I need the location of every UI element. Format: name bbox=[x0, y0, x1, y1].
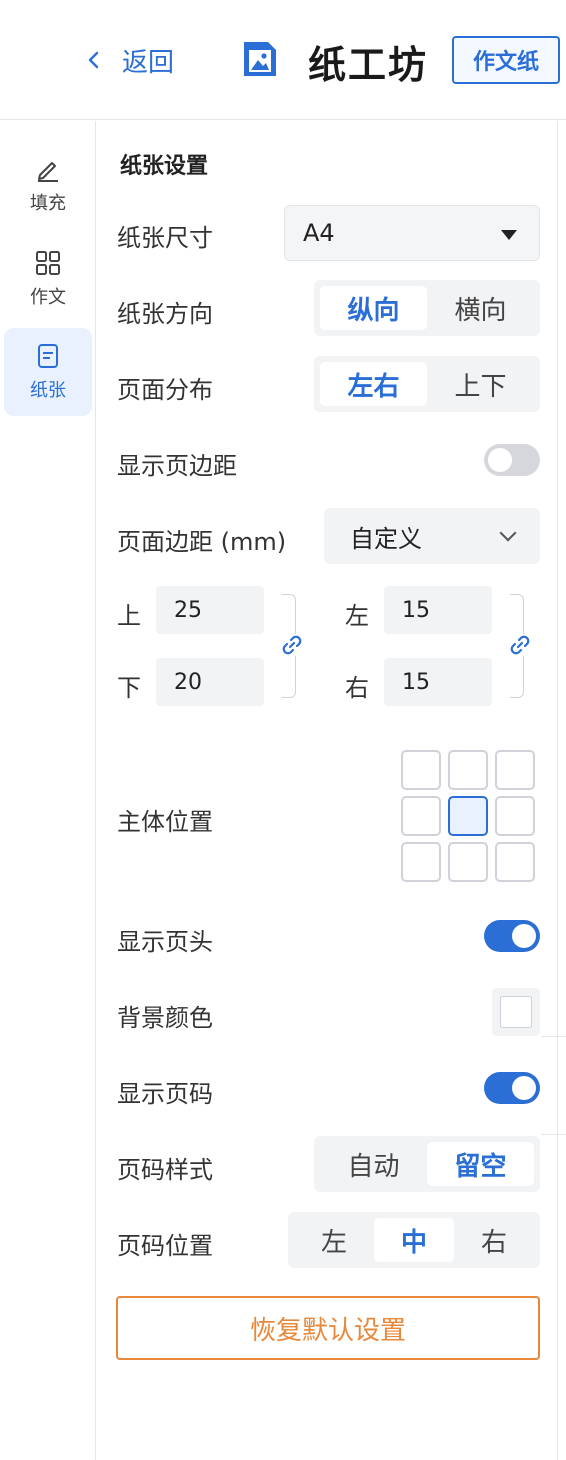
orientation-option-landscape[interactable]: 横向 bbox=[427, 286, 534, 330]
page-number-position-segmented: 左 中 右 bbox=[288, 1212, 540, 1268]
document-icon bbox=[38, 344, 58, 368]
chevron-left-icon bbox=[88, 51, 99, 69]
nav-item-essay[interactable]: 作文 bbox=[4, 235, 92, 323]
show-page-number-toggle[interactable] bbox=[484, 1072, 540, 1104]
color-swatch bbox=[500, 996, 532, 1028]
margin-mode-select[interactable]: 自定义 bbox=[324, 508, 540, 564]
link-icon[interactable] bbox=[281, 634, 303, 656]
page-number-style-label: 页码样式 bbox=[117, 1156, 213, 1184]
chevron-down-icon bbox=[499, 524, 517, 542]
orientation-label: 纸张方向 bbox=[117, 300, 213, 328]
distribution-option-left-right[interactable]: 左右 bbox=[320, 362, 427, 406]
position-cell[interactable] bbox=[495, 750, 535, 790]
distribution-option-top-bottom[interactable]: 上下 bbox=[427, 362, 534, 406]
app-title: 纸工坊 bbox=[308, 43, 429, 87]
position-cell[interactable] bbox=[448, 842, 488, 882]
show-margin-toggle[interactable] bbox=[484, 444, 540, 476]
back-button[interactable]: 返回 bbox=[84, 40, 174, 80]
margin-bottom-input[interactable] bbox=[156, 658, 264, 706]
margin-left-input[interactable] bbox=[384, 586, 492, 634]
page-number-style-option-auto[interactable]: 自动 bbox=[320, 1142, 427, 1186]
orientation-segmented: 纵向 横向 bbox=[314, 280, 540, 336]
page-number-style-option-blank[interactable]: 留空 bbox=[427, 1142, 534, 1186]
page-number-position-option-right[interactable]: 右 bbox=[454, 1218, 534, 1262]
nav-item-fill[interactable]: 填充 bbox=[4, 141, 92, 229]
panel-divider bbox=[541, 1134, 566, 1135]
caret-down-icon bbox=[501, 230, 517, 240]
nav-item-paper[interactable]: 纸张 bbox=[4, 328, 92, 416]
panel-title: 纸张设置 bbox=[120, 154, 209, 179]
panel-divider bbox=[557, 121, 558, 1460]
show-page-number-label: 显示页码 bbox=[117, 1080, 213, 1108]
nav-item-label: 纸张 bbox=[30, 380, 66, 401]
margin-right-label: 右 bbox=[345, 674, 369, 702]
side-nav: 填充 作文 纸张 bbox=[0, 121, 96, 1460]
toggle-knob bbox=[488, 448, 512, 472]
paper-type-badge[interactable]: 作文纸 bbox=[452, 36, 560, 84]
margin-top-input[interactable] bbox=[156, 586, 264, 634]
grid-icon bbox=[36, 251, 60, 275]
position-cell[interactable] bbox=[401, 796, 441, 836]
body-position-grid bbox=[401, 750, 535, 884]
margin-top-label: 上 bbox=[117, 602, 141, 630]
orientation-option-portrait[interactable]: 纵向 bbox=[320, 286, 427, 330]
reset-defaults-button[interactable]: 恢复默认设置 bbox=[116, 1296, 540, 1360]
image-icon bbox=[244, 42, 276, 76]
paper-size-select[interactable]: A4 bbox=[284, 205, 540, 261]
position-cell[interactable] bbox=[495, 842, 535, 882]
position-cell[interactable] bbox=[495, 796, 535, 836]
margin-right-input[interactable] bbox=[384, 658, 492, 706]
background-color-picker[interactable] bbox=[492, 988, 540, 1036]
toggle-knob bbox=[512, 924, 536, 948]
toggle-knob bbox=[512, 1076, 536, 1100]
body-position-label: 主体位置 bbox=[117, 808, 213, 836]
nav-item-label: 填充 bbox=[30, 193, 66, 214]
distribution-segmented: 左右 上下 bbox=[314, 356, 540, 412]
show-header-label: 显示页头 bbox=[117, 928, 213, 956]
panel-divider bbox=[541, 1036, 566, 1037]
page-number-position-option-left[interactable]: 左 bbox=[294, 1218, 374, 1262]
back-label: 返回 bbox=[122, 47, 175, 78]
show-header-toggle[interactable] bbox=[484, 920, 540, 952]
margin-mode-value: 自定义 bbox=[350, 524, 422, 553]
show-margin-label: 显示页边距 bbox=[117, 452, 237, 480]
page-number-style-segmented: 自动 留空 bbox=[314, 1136, 540, 1192]
pencil-icon bbox=[38, 162, 58, 182]
page-number-position-label: 页码位置 bbox=[117, 1232, 213, 1260]
margin-left-label: 左 bbox=[345, 602, 369, 630]
paper-size-label: 纸张尺寸 bbox=[117, 224, 213, 252]
position-cell[interactable] bbox=[401, 842, 441, 882]
link-icon[interactable] bbox=[509, 634, 531, 656]
background-color-label: 背景颜色 bbox=[117, 1004, 213, 1032]
top-header: 返回 纸工坊 作文纸 bbox=[0, 0, 566, 120]
nav-item-label: 作文 bbox=[30, 287, 66, 308]
position-cell-selected[interactable] bbox=[448, 796, 488, 836]
page-number-position-option-center[interactable]: 中 bbox=[374, 1218, 454, 1262]
position-cell[interactable] bbox=[401, 750, 441, 790]
position-cell[interactable] bbox=[448, 750, 488, 790]
distribution-label: 页面分布 bbox=[117, 376, 213, 404]
paper-size-value: A4 bbox=[303, 219, 335, 247]
margin-bottom-label: 下 bbox=[117, 674, 141, 702]
margin-label: 页面边距 (mm) bbox=[117, 528, 287, 556]
